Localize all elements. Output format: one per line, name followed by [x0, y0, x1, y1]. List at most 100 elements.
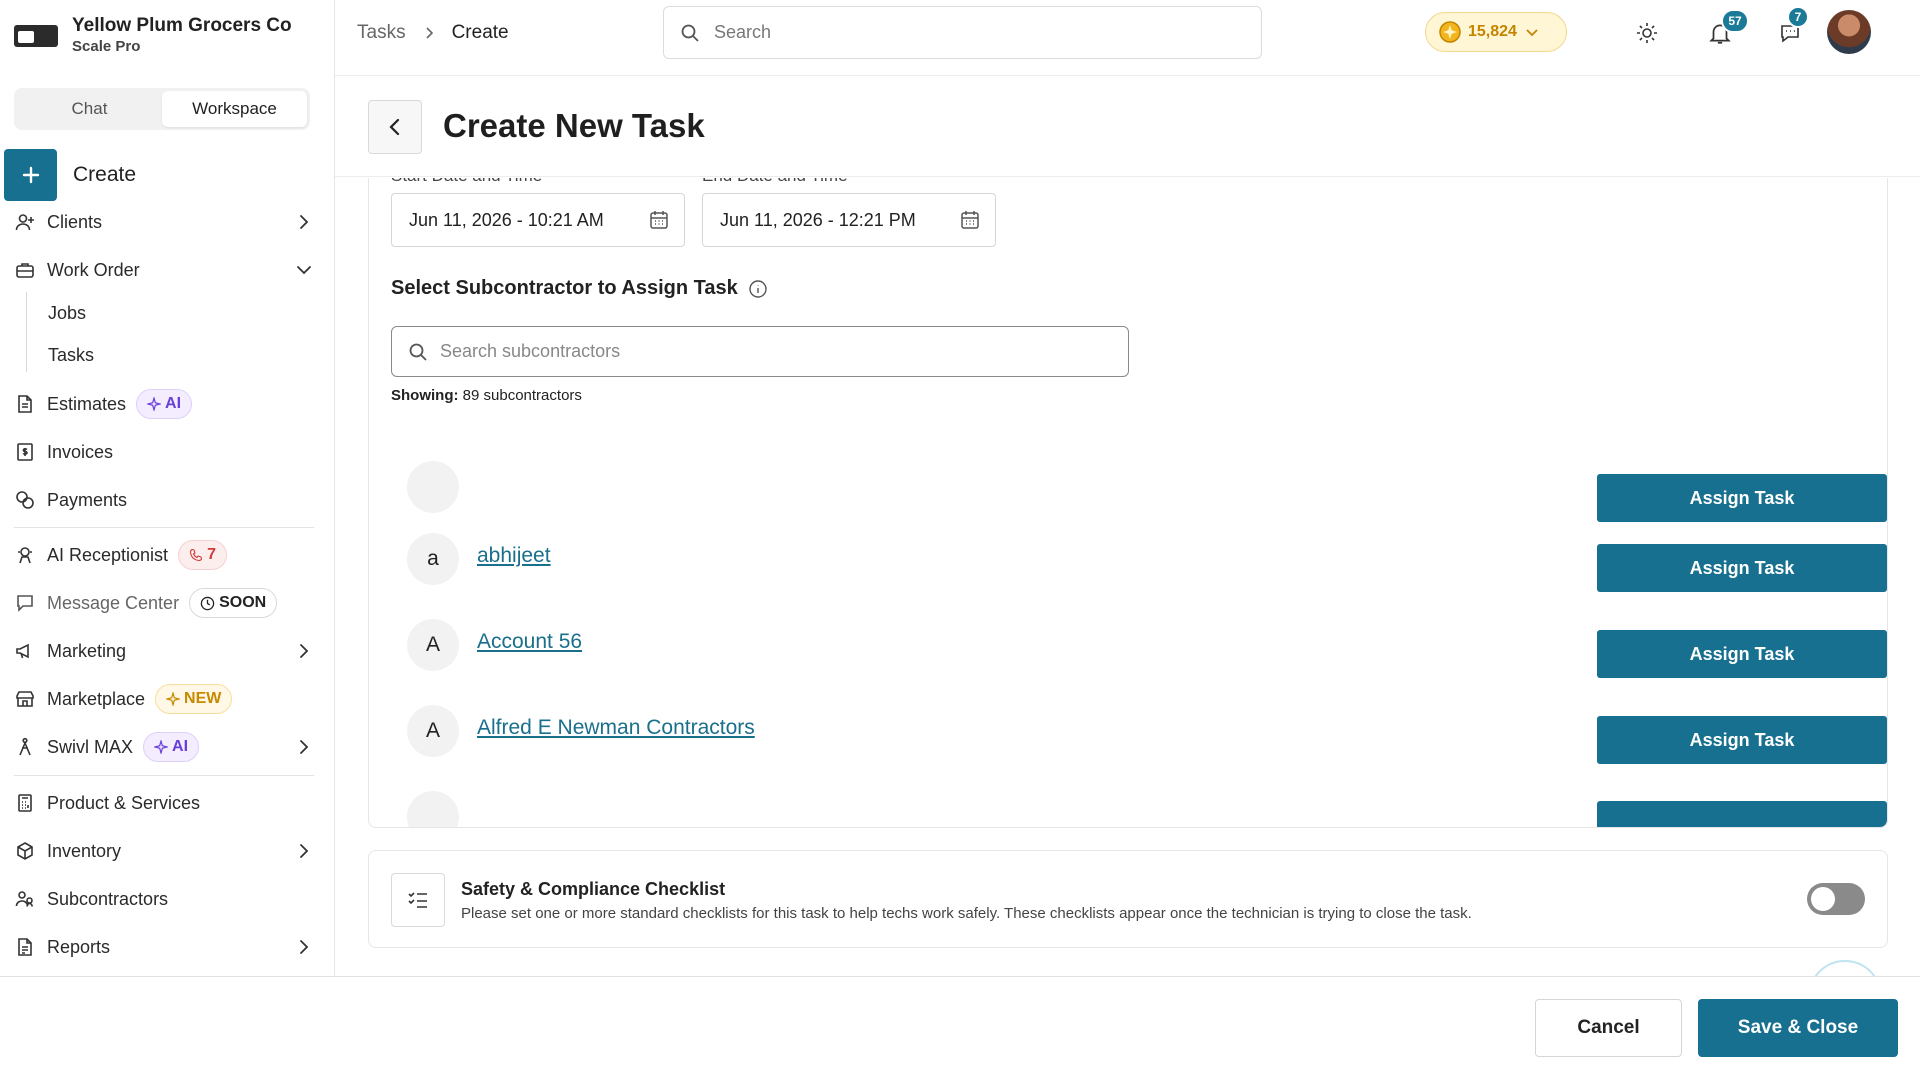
- sidebar-subitem-tasks[interactable]: Tasks: [48, 341, 94, 369]
- sidebar-item-label: Invoices: [47, 441, 114, 462]
- brand-plan: Scale Pro: [72, 38, 141, 55]
- sidebar-item-label: Estimates: [47, 393, 127, 414]
- sparkle-icon: [166, 692, 181, 706]
- mode-workspace-tab[interactable]: Workspace: [162, 91, 307, 127]
- sidebar-item-clients[interactable]: Clients: [14, 205, 314, 239]
- sidebar-item-inventory[interactable]: Inventory: [14, 834, 314, 868]
- calendar-icon[interactable]: [959, 209, 981, 231]
- sidebar-item-payments[interactable]: Payments: [14, 483, 314, 517]
- checklist-icon: [408, 892, 427, 908]
- sidebar-item-label: Reports: [47, 936, 111, 957]
- breadcrumb-create: Create: [451, 22, 509, 43]
- sidebar-item-marketing[interactable]: Marketing: [14, 634, 314, 668]
- chevron-down-icon: [297, 266, 311, 275]
- subcontractor-row: A Account 56 Assign Task: [407, 616, 1887, 678]
- ai-badge: AI: [136, 389, 193, 419]
- chevron-right-icon: [300, 940, 309, 954]
- sparkle-icon: [147, 397, 162, 411]
- assign-task-button[interactable]: Assign Task: [1597, 474, 1887, 522]
- subcontractor-name-link[interactable]: Alfred E Newman Contractors: [477, 716, 755, 740]
- box-icon: [17, 842, 33, 860]
- sidebar-item-estimates[interactable]: Estimates AI: [14, 387, 314, 421]
- page-title: Create New Task: [443, 107, 705, 144]
- end-date-label: End Date and Time: [702, 178, 848, 186]
- safety-checklist-card: Safety & Compliance Checklist Please set…: [368, 850, 1888, 948]
- chevron-right-icon: [300, 215, 309, 229]
- soon-badge: SOON: [189, 588, 278, 618]
- brand[interactable]: Yellow Plum Grocers Co Scale Pro: [14, 14, 292, 58]
- subcontractor-avatar: [407, 791, 459, 827]
- assign-task-button-partial[interactable]: [1597, 801, 1887, 827]
- chevron-right-icon: [300, 740, 309, 754]
- sidebar-item-label: Work Order: [47, 259, 140, 280]
- subcontractor-search-input[interactable]: [440, 341, 1100, 362]
- theme-toggle-button[interactable]: [1630, 16, 1664, 50]
- showing-count: Showing: 89 subcontractors: [391, 387, 582, 404]
- start-date-field[interactable]: Jun 11, 2026 - 10:21 AM: [391, 193, 685, 247]
- invoice-icon: [17, 443, 33, 461]
- avatar[interactable]: [1827, 10, 1871, 54]
- sidebar-subitem-jobs[interactable]: Jobs: [48, 299, 86, 327]
- sidebar-item-label: AI Receptionist: [47, 544, 169, 565]
- sidebar-item-reports[interactable]: Reports: [14, 930, 314, 964]
- sidebar-item-subcontractors[interactable]: Subcontractors: [14, 882, 314, 916]
- calendar-icon[interactable]: [648, 209, 670, 231]
- start-date-label: Start Date and Time: [391, 178, 542, 186]
- subcontractor-name-link[interactable]: abhijeet: [477, 544, 551, 568]
- calculator-icon: [18, 794, 32, 812]
- checklist-toggle[interactable]: [1807, 883, 1865, 915]
- sidebar-item-ai-receptionist[interactable]: AI Receptionist 7: [14, 538, 314, 572]
- chevron-right-icon: [426, 27, 433, 39]
- save-close-button[interactable]: Save & Close: [1698, 999, 1898, 1057]
- chat-bubble-icon: [17, 595, 33, 612]
- submenu-line: [26, 292, 27, 372]
- checklist-title: Safety & Compliance Checklist: [461, 879, 726, 899]
- subcontractor-row: a abhijeet Assign Task: [407, 530, 1887, 592]
- global-search[interactable]: [663, 6, 1262, 59]
- assign-task-button[interactable]: Assign Task: [1597, 630, 1887, 678]
- sidebar-item-invoices[interactable]: Invoices: [14, 435, 314, 469]
- runner-icon: [19, 737, 31, 756]
- user-plus-icon: [15, 214, 34, 231]
- ai-badge: AI: [143, 732, 200, 762]
- brand-logo: [14, 25, 58, 47]
- search-icon: [409, 343, 427, 361]
- sidebar-item-swivl-max[interactable]: Swivl MAX AI: [14, 730, 314, 764]
- coins-icon: [16, 491, 34, 509]
- mode-chat-tab[interactable]: Chat: [17, 91, 162, 127]
- subcontractor-avatar: A: [407, 619, 459, 671]
- sidebar-item-marketplace[interactable]: Marketplace NEW: [14, 682, 314, 716]
- subcontractor-name-link[interactable]: Account 56: [477, 630, 582, 654]
- sidebar-item-label: Inventory: [47, 840, 122, 861]
- assign-task-button[interactable]: Assign Task: [1597, 716, 1887, 764]
- end-date-field[interactable]: Jun 11, 2026 - 12:21 PM: [702, 193, 996, 247]
- subcontractor-section-title: Select Subcontractor to Assign Task: [391, 277, 768, 300]
- sidebar: Yellow Plum Grocers Co Scale Pro Chat Wo…: [0, 0, 335, 1076]
- megaphone-icon: [16, 643, 29, 659]
- sidebar-item-product-services[interactable]: Product & Services: [14, 786, 314, 820]
- subcontractor-row: Assign Task: [407, 458, 1887, 522]
- sidebar-item-work-order[interactable]: Work Order: [14, 253, 314, 287]
- assign-task-button[interactable]: Assign Task: [1597, 544, 1887, 592]
- notifications-count-badge: 57: [1721, 9, 1749, 33]
- back-button[interactable]: [368, 100, 422, 154]
- document-icon: [18, 395, 32, 413]
- global-search-input[interactable]: [714, 22, 1234, 43]
- coin-icon: [1439, 21, 1461, 43]
- sun-icon: [1637, 23, 1657, 43]
- sidebar-divider: [14, 775, 314, 776]
- breadcrumb-tasks[interactable]: Tasks: [357, 22, 406, 44]
- subcontractor-search[interactable]: [391, 326, 1129, 377]
- coins-balance[interactable]: 15,824: [1425, 12, 1567, 52]
- call-count-badge: 7: [178, 540, 227, 570]
- search-icon: [681, 24, 699, 42]
- phone-icon: [190, 548, 203, 562]
- start-date-value: Jun 11, 2026 - 10:21 AM: [409, 209, 604, 230]
- sparkle-icon: [154, 740, 169, 754]
- create-row[interactable]: Create: [4, 149, 136, 201]
- cancel-button[interactable]: Cancel: [1535, 999, 1682, 1057]
- form-footer: Cancel Save & Close: [0, 976, 1920, 1076]
- sidebar-item-message-center[interactable]: Message Center SOON: [14, 586, 314, 620]
- create-button[interactable]: [4, 149, 57, 201]
- info-icon[interactable]: [748, 279, 768, 299]
